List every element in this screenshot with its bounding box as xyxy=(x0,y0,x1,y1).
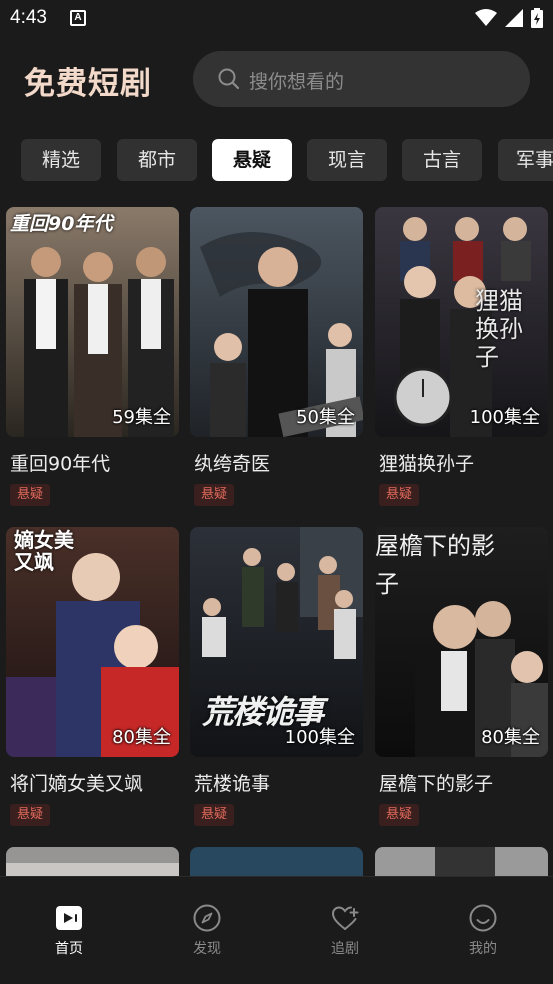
drama-title[interactable]: 屋檐下的影子 xyxy=(379,769,493,796)
nav-label: 发现 xyxy=(193,941,221,957)
nav-home[interactable]: 首页 xyxy=(29,903,109,963)
tab-jingxuan[interactable]: 精选 xyxy=(21,139,101,181)
tab-junshi[interactable]: 军事 xyxy=(498,139,553,181)
poster-image[interactable]: 荒楼诡事 100集全 xyxy=(190,527,363,757)
poster-image[interactable]: 屋檐下的影子 80集全 xyxy=(375,527,548,757)
wifi-icon xyxy=(475,9,497,26)
nav-discover[interactable]: 发现 xyxy=(167,903,247,963)
bottom-nav: 首页 发现 追剧 我的 xyxy=(0,876,553,984)
drama-title[interactable]: 狸猫换孙子 xyxy=(379,449,474,476)
poster-image[interactable]: 狸猫换孙子 100集全 xyxy=(375,207,548,437)
episode-count: 80集全 xyxy=(112,727,171,748)
poster-text: 屋檐下的影子 xyxy=(375,532,495,598)
search-input[interactable]: 搜你想看的 xyxy=(193,51,530,107)
category-tabs: 精选 都市 悬疑 现言 古言 军事 xyxy=(0,139,553,181)
poster-image[interactable] xyxy=(190,847,363,877)
drama-title[interactable]: 荒楼诡事 xyxy=(194,769,270,796)
genre-tag: 悬疑 xyxy=(10,484,51,506)
poster-image[interactable] xyxy=(375,847,548,877)
poster-text: 狸猫换孙子 xyxy=(475,287,523,371)
tab-xuanyi[interactable]: 悬疑 xyxy=(212,139,292,181)
nav-profile[interactable]: 我的 xyxy=(443,903,523,963)
genre-tag: 悬疑 xyxy=(194,484,235,506)
episode-count: 100集全 xyxy=(284,727,355,748)
search-icon xyxy=(218,68,240,90)
header: 免费短剧 搜你想看的 xyxy=(0,36,553,122)
heart-plus-icon xyxy=(331,906,359,930)
episode-count: 100集全 xyxy=(469,407,540,428)
nav-label: 我的 xyxy=(469,941,497,957)
smile-face-icon xyxy=(469,904,497,932)
genre-tag: 悬疑 xyxy=(379,484,420,506)
app-title: 免费短剧 xyxy=(24,66,152,102)
notification-app-icon: A xyxy=(70,10,86,26)
battery-icon xyxy=(531,8,543,28)
drama-title[interactable]: 重回90年代 xyxy=(10,449,110,476)
tab-xianyan[interactable]: 现言 xyxy=(307,139,387,181)
episode-count: 59集全 xyxy=(112,407,171,428)
play-video-icon xyxy=(56,906,82,930)
tab-guyan[interactable]: 古言 xyxy=(402,139,482,181)
poster-text: 重回90年代 xyxy=(10,213,113,235)
poster-text: 嫡女美又飒 xyxy=(14,528,74,574)
drama-title[interactable]: 将门嫡女美又飒 xyxy=(10,769,143,796)
status-bar: 4:43 A xyxy=(0,0,553,36)
episode-count: 80集全 xyxy=(481,727,540,748)
poster-image[interactable] xyxy=(6,847,179,877)
nav-follow[interactable]: 追剧 xyxy=(305,903,385,963)
drama-title[interactable]: 纨绔奇医 xyxy=(194,449,270,476)
poster-image[interactable]: 嫡女美又飒 80集全 xyxy=(6,527,179,757)
tab-dushi[interactable]: 都市 xyxy=(117,139,197,181)
poster-image[interactable]: 重回90年代 59集全 xyxy=(6,207,179,437)
signal-icon xyxy=(505,9,523,27)
compass-icon xyxy=(193,904,221,932)
genre-tag: 悬疑 xyxy=(379,804,420,826)
poster-image[interactable]: 50集全 xyxy=(190,207,363,437)
genre-tag: 悬疑 xyxy=(194,804,235,826)
episode-count: 50集全 xyxy=(296,407,355,428)
status-time: 4:43 xyxy=(10,7,47,28)
nav-label: 追剧 xyxy=(331,941,359,957)
status-icons xyxy=(475,8,543,28)
search-placeholder: 搜你想看的 xyxy=(249,71,345,93)
genre-tag: 悬疑 xyxy=(10,804,51,826)
nav-label: 首页 xyxy=(55,941,83,957)
